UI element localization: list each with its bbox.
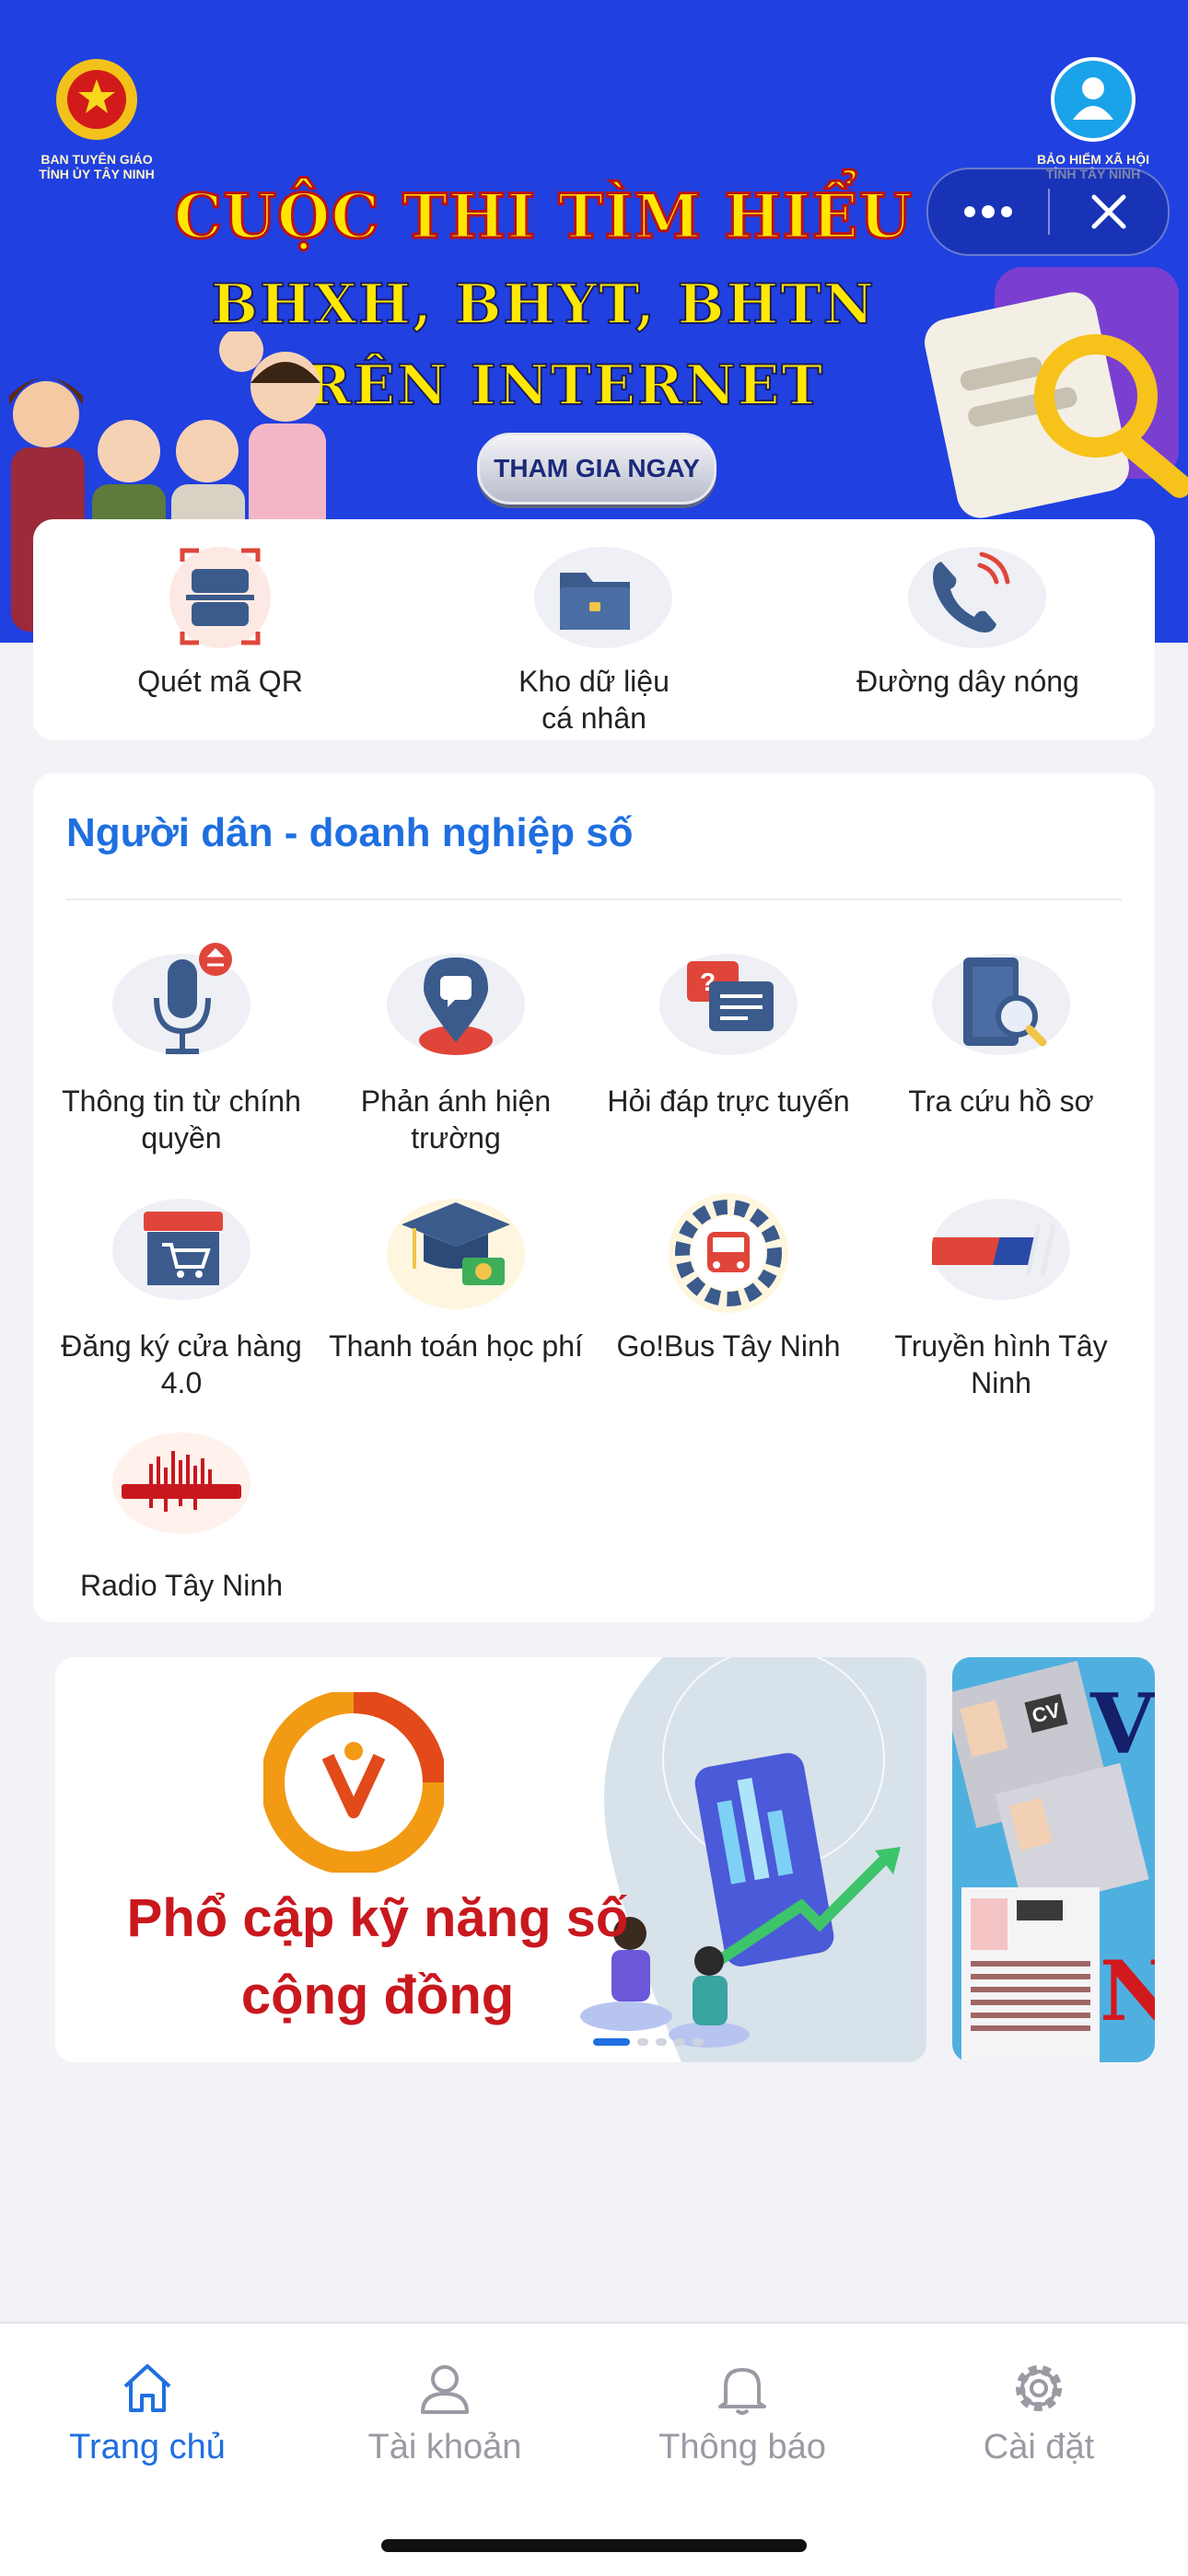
close-icon[interactable] [1050, 169, 1168, 254]
left-org-caption: BAN TUYÊN GIÁO TỈNH ỦY TÂY NINH [39, 152, 155, 181]
quick-action-qr-scan[interactable]: Quét mã QR [54, 519, 386, 740]
party-emblem-logo: BAN TUYÊN GIÁO TỈNH ỦY TÂY NINH [35, 55, 158, 181]
quick-action-hotline[interactable]: Đường dây nóng [802, 519, 1134, 740]
bus-gear-icon [659, 1184, 798, 1322]
service-label: Thanh toán học phí [329, 1329, 583, 1363]
section-title: Người dân - doanh nghiệp số [66, 810, 634, 855]
tab-label: Trang chủ [69, 2428, 226, 2466]
gear-icon [1016, 2365, 1062, 2411]
page-dot [656, 2038, 667, 2046]
service-tuition-payment[interactable]: Thanh toán học phí [322, 1184, 589, 1364]
service-tv-tayninh[interactable]: Truyền hình Tây Ninh [868, 1184, 1135, 1401]
service-label: Hỏi đáp trực tuyến [607, 1085, 850, 1118]
page-dot [593, 2038, 630, 2046]
slide-letter-bottom: N [1100, 1943, 1155, 2040]
service-label: Go!Bus Tây Ninh [616, 1329, 841, 1363]
digital-skills-logo [263, 1692, 444, 1873]
service-label: Phản ánh hiện trường [360, 1085, 552, 1155]
service-label: Đăng ký cửa hàng 4.0 [61, 1329, 302, 1399]
service-radio-tayninh[interactable]: Radio Tây Ninh [48, 1423, 315, 1604]
miniapp-capsule [926, 168, 1170, 256]
graduation-money-icon [387, 1184, 525, 1322]
home-icon [123, 2364, 171, 2412]
bottom-tab-bar: Trang chủ Tài khoản Thông báo Cài đặt [0, 2322, 1188, 2576]
user-icon [421, 2365, 469, 2414]
document-search-icon [932, 939, 1070, 1077]
service-label: Tra cứu hồ sơ [908, 1085, 1094, 1118]
document-magnifier-illustration [925, 267, 1188, 518]
quick-action-label: Đường dây nóng [856, 665, 1079, 698]
banner-headline-1: CUỘC THI TÌM HIỂU [172, 180, 914, 254]
service-record-lookup[interactable]: Tra cứu hồ sơ [868, 939, 1135, 1120]
bell-icon [718, 2368, 766, 2415]
service-gobus[interactable]: Go!Bus Tây Ninh [595, 1184, 862, 1364]
service-government-info[interactable]: Thông tin từ chính quyền [48, 939, 315, 1156]
page-dot [693, 2038, 704, 2046]
service-online-qa[interactable]: ? Hỏi đáp trực tuyến [595, 939, 862, 1120]
radio-fm-icon [112, 1423, 250, 1561]
service-label: Thông tin từ chính quyền [62, 1085, 301, 1155]
map-pin-chat-icon [387, 939, 525, 1077]
carousel-pagination [593, 2038, 704, 2046]
carousel-slide-digital-skills[interactable]: Phổ cập kỹ năng số cộng đồng [55, 1657, 926, 2062]
carousel-slide-cv[interactable]: CV V N [952, 1657, 1155, 2062]
folder-icon [534, 541, 672, 652]
home-indicator [381, 2539, 807, 2552]
service-shop-registration[interactable]: Đăng ký cửa hàng 4.0 [48, 1184, 315, 1401]
tab-label: Tài khoản [367, 2428, 522, 2466]
qr-scan-icon [160, 541, 280, 652]
slide-letter-top: V [1090, 1676, 1155, 1773]
section-divider [66, 899, 1122, 900]
chat-question-icon: ? [659, 939, 798, 1077]
tab-notifications[interactable]: Thông báo [613, 2361, 871, 2467]
tab-label: Cài đặt [983, 2428, 1095, 2466]
quick-actions-card: Quét mã QR Kho dữ liệu cá nhân Đường dây… [33, 519, 1155, 740]
digital-services-card: Người dân - doanh nghiệp số Thông tin từ… [33, 773, 1155, 1622]
tab-label: Thông báo [658, 2428, 826, 2466]
page-dot [637, 2038, 648, 2046]
service-label: Truyền hình Tây Ninh [894, 1329, 1108, 1399]
shop-cart-icon [112, 1184, 250, 1322]
service-field-report[interactable]: Phản ánh hiện trường [322, 939, 589, 1156]
quick-action-label: Quét mã QR [137, 665, 303, 698]
join-now-button[interactable]: THAM GIA NGAY [477, 433, 716, 505]
tab-home[interactable]: Trang chủ [18, 2361, 276, 2467]
ttv-logo-icon [932, 1184, 1070, 1322]
tab-account[interactable]: Tài khoản [316, 2361, 574, 2467]
tab-settings[interactable]: Cài đặt [910, 2361, 1168, 2467]
quick-action-personal-data[interactable]: Kho dữ liệu cá nhân [428, 519, 760, 740]
banner-headline-2: BHXH, BHYT, BHTN [210, 272, 876, 338]
social-insurance-logo: BẢO HIỂM XÃ HỘI TỈNH TÂY NINH [1024, 55, 1162, 181]
quick-action-label: Kho dữ liệu cá nhân [518, 665, 670, 735]
microphone-icon [112, 939, 250, 1077]
service-label: Radio Tây Ninh [80, 1569, 283, 1602]
page-dot [674, 2038, 685, 2046]
slide-title-line-2: cộng đồng [240, 1966, 515, 2025]
more-dots-icon[interactable] [928, 169, 1048, 254]
slide-title-line-1: Phổ cập kỹ năng số [126, 1888, 629, 1948]
phone-call-icon [908, 541, 1046, 652]
